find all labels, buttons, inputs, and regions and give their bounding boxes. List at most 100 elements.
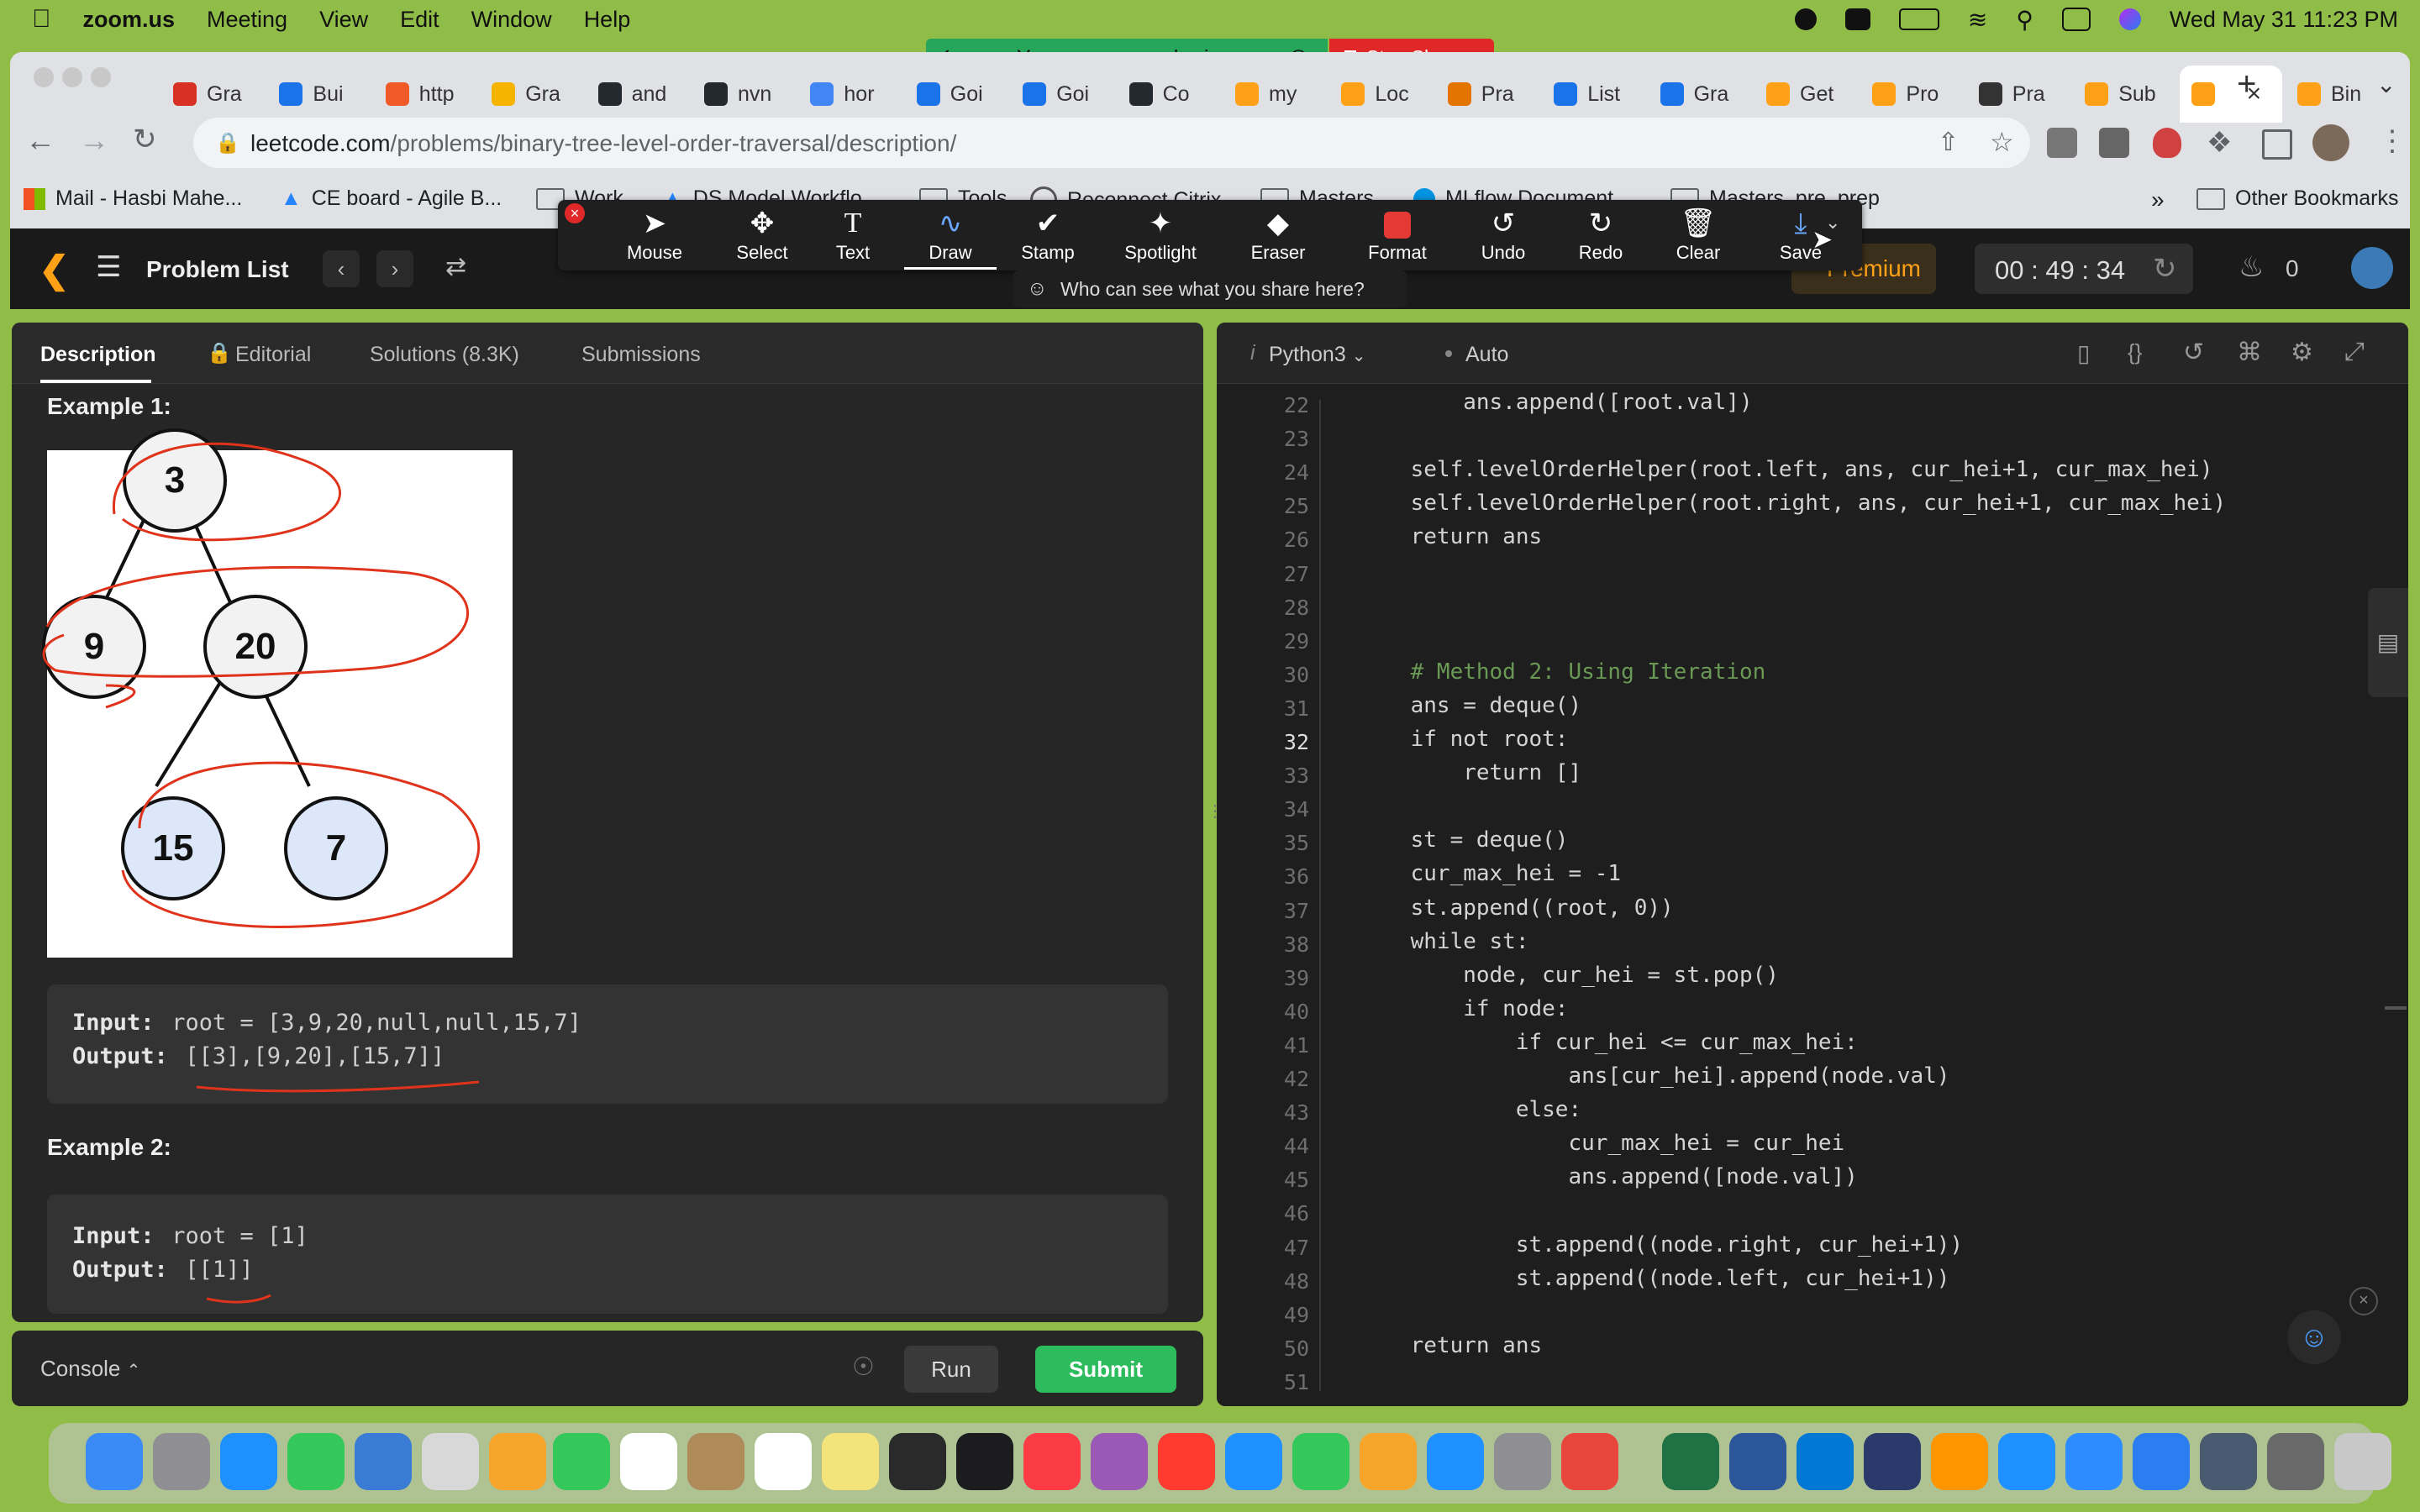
control-center-icon[interactable] — [2061, 8, 2091, 31]
bookmark-icon[interactable]: ▯ — [2077, 339, 2090, 367]
browser-tab[interactable]: Gra — [480, 66, 582, 123]
dock-app-icon[interactable] — [355, 1433, 412, 1490]
bookmark-star-icon[interactable]: ☆ — [1990, 126, 2014, 158]
reset-icon[interactable]: ↺ — [2183, 338, 2204, 367]
wifi-icon[interactable]: ≋ — [1968, 6, 1987, 34]
dock-app-icon[interactable] — [822, 1433, 879, 1490]
code-line[interactable]: st = deque() — [1358, 827, 1569, 861]
braces-icon[interactable]: {} — [2128, 339, 2142, 365]
browser-tab[interactable]: and — [587, 66, 689, 123]
dock-app-icon[interactable] — [1561, 1433, 1618, 1490]
dock-app-icon[interactable] — [1091, 1433, 1148, 1490]
dock-app-icon[interactable] — [1729, 1433, 1786, 1490]
browser-tab[interactable]: Pra — [1967, 66, 2070, 123]
problem-list-link[interactable]: Problem List — [146, 256, 289, 283]
code-line[interactable]: cur_max_hei = -1 — [1358, 861, 1621, 895]
search-icon[interactable]: ⚲ — [2016, 6, 2033, 34]
browser-tab[interactable]: Gra — [1649, 66, 1751, 123]
code-line[interactable]: if cur_hei <= cur_max_hei: — [1358, 1030, 1858, 1063]
tool-draw[interactable]: ∿ Draw — [904, 205, 997, 270]
prev-problem-button[interactable]: ‹ — [323, 250, 360, 287]
scrollbar-thumb[interactable] — [2385, 1006, 2407, 1010]
shuffle-icon[interactable]: ⇄ — [445, 252, 466, 281]
dock-app-icon[interactable] — [2200, 1433, 2257, 1490]
dock-app-icon[interactable] — [1998, 1433, 2055, 1490]
new-tab-button[interactable]: + — [2237, 66, 2256, 103]
extension-icon-2[interactable] — [2099, 128, 2129, 158]
code-line[interactable]: # Method 2: Using Iteration — [1358, 659, 1766, 693]
tool-redo[interactable]: ↻ Redo — [1555, 205, 1647, 264]
back-button[interactable]: ← — [25, 123, 55, 158]
leetcode-logo-icon[interactable]: ❮ — [39, 249, 70, 291]
menu-item-edit[interactable]: Edit — [400, 7, 439, 33]
dock-app-icon[interactable] — [1427, 1433, 1484, 1490]
submit-button[interactable]: Submit — [1035, 1346, 1176, 1393]
tab-submissions[interactable]: Submissions — [581, 343, 701, 367]
dock-app-icon[interactable] — [153, 1433, 210, 1490]
code-line[interactable]: return [] — [1358, 760, 1581, 794]
tab-description[interactable]: Description — [40, 343, 156, 367]
fullscreen-icon[interactable]: ⤢ — [2344, 338, 2365, 366]
tab-active-leetcode[interactable]: × — [2179, 66, 2282, 123]
browser-tab[interactable]: Bui — [267, 66, 370, 123]
dock-app-icon[interactable] — [422, 1433, 479, 1490]
code-line[interactable]: return ans — [1358, 1333, 1543, 1367]
code-line[interactable]: cur_max_hei = cur_hei — [1358, 1131, 1844, 1164]
dock-app-icon[interactable] — [1023, 1433, 1081, 1490]
tool-mouse[interactable]: ➤ Mouse — [608, 205, 701, 264]
timer-reset-icon[interactable]: ↻ — [2153, 252, 2177, 286]
browser-tab[interactable]: List — [1542, 66, 1644, 123]
code-line[interactable]: st.append((root, 0)) — [1358, 895, 1674, 929]
code-line[interactable]: if node: — [1358, 996, 1568, 1030]
url-text[interactable]: leetcode.com/problems/binary-tree-level-… — [250, 130, 956, 157]
dock-app-icon[interactable] — [1494, 1433, 1551, 1490]
dock-app-icon[interactable] — [1225, 1433, 1282, 1490]
browser-tab[interactable]: Pro — [1860, 66, 1963, 123]
chat-close-button[interactable]: × — [2349, 1287, 2378, 1315]
annotation-close-icon[interactable]: × — [565, 203, 585, 223]
tool-select[interactable]: ✥ Select — [716, 205, 808, 264]
code-line[interactable]: else: — [1358, 1097, 1581, 1131]
tool-text[interactable]: T Text — [807, 205, 899, 264]
run-button[interactable]: Run — [904, 1346, 998, 1393]
dock-app-icon[interactable] — [1662, 1433, 1719, 1490]
list-icon[interactable]: ☰ — [96, 250, 121, 284]
reload-button[interactable]: ↻ — [133, 123, 157, 156]
code-line[interactable]: while st: — [1358, 929, 1529, 963]
other-bookmarks[interactable]: Other Bookmarks — [2196, 186, 2399, 211]
debug-bug-icon[interactable]: ☉ — [852, 1352, 875, 1382]
dock-app-icon[interactable] — [1797, 1433, 1854, 1490]
dock-app-icon[interactable] — [220, 1433, 277, 1490]
dock-app-icon[interactable] — [1931, 1433, 1988, 1490]
dock-app-icon[interactable] — [1864, 1433, 1921, 1490]
share-icon[interactable]: ⇧ — [1938, 128, 1959, 157]
streak-flame-icon[interactable]: ♨ — [2238, 250, 2264, 284]
browser-menu-icon[interactable]: ⋮ — [2378, 124, 2407, 158]
dock-app-icon[interactable] — [1158, 1433, 1215, 1490]
tool-stamp[interactable]: ✔ Stamp — [1002, 205, 1094, 264]
window-minimize-button[interactable] — [62, 67, 82, 87]
record-icon[interactable] — [1794, 8, 1817, 30]
extensions-puzzle-icon[interactable]: ❖ — [2207, 126, 2232, 160]
chat-bot-button[interactable]: ☺ — [2287, 1310, 2341, 1364]
dock-app-icon[interactable] — [2133, 1433, 2190, 1490]
dock-app-icon[interactable] — [755, 1433, 812, 1490]
code-line[interactable]: ans[cur_hei].append(node.val) — [1358, 1063, 1949, 1097]
siri-icon[interactable] — [2118, 8, 2141, 30]
code-area[interactable]: 22 ans.append([root.val]) 23 24 self.level… — [1217, 383, 2408, 1406]
tool-undo[interactable]: ↺ Undo — [1457, 205, 1549, 264]
tab-solutions[interactable]: Solutions (8.3K) — [370, 343, 519, 367]
dock-app-icon[interactable] — [956, 1433, 1013, 1490]
tool-clear[interactable]: 🗑 Clear — [1652, 205, 1744, 264]
bookmark-mail[interactable]: Mail - Hasbi Mahe... — [24, 186, 242, 211]
dock-app-icon[interactable] — [1360, 1433, 1417, 1490]
dock-app-icon[interactable] — [620, 1433, 677, 1490]
code-line[interactable]: ans.append([node.val]) — [1358, 1164, 1857, 1198]
language-selector[interactable]: Python3 ⌄ — [1269, 343, 1365, 367]
extension-icon-1[interactable] — [2047, 128, 2077, 158]
menu-item-window[interactable]: Window — [471, 7, 552, 33]
menu-clock[interactable]: Wed May 31 11:23 PM — [2170, 7, 2398, 33]
apple-icon[interactable]:  — [32, 5, 51, 34]
panel-splitter[interactable]: ⋮ — [1207, 803, 1223, 848]
settings-gear-icon[interactable]: ⚙ — [2291, 338, 2313, 367]
